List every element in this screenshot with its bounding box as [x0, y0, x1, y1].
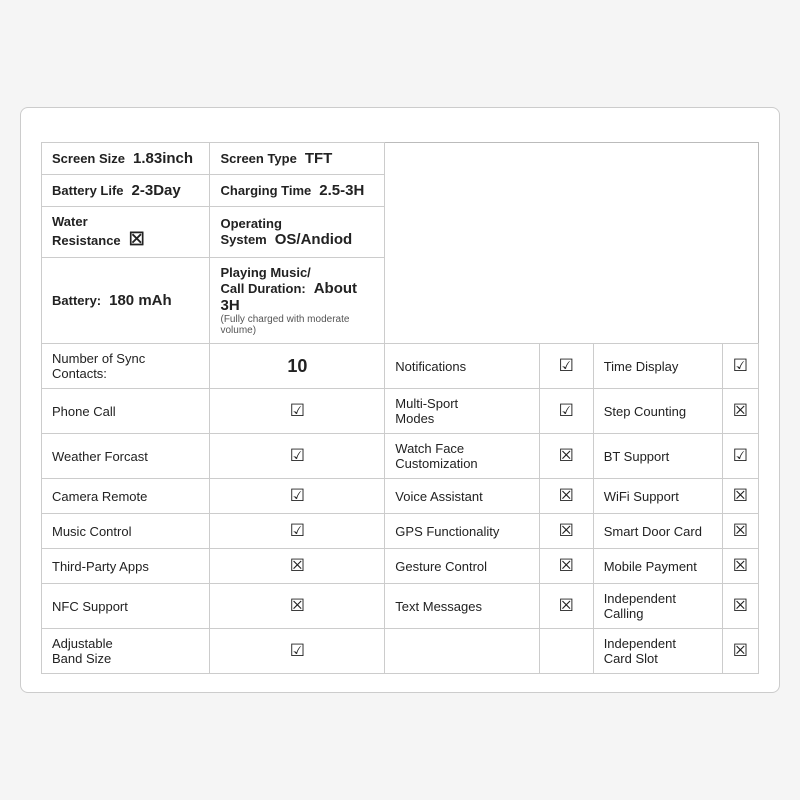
spec-label: Screen Size: [52, 151, 125, 166]
feature-label: BT Support: [593, 434, 722, 479]
spec-value2: OS/Andiod: [275, 231, 353, 248]
feature-check: ☒: [539, 549, 593, 584]
feature-check: ☑: [539, 344, 593, 389]
specs-table: Screen Size 1.83inch Screen Type TFT Battery…: [41, 142, 759, 674]
spec-value2: 2.5-3H: [319, 182, 364, 199]
feature-label: Step Counting: [593, 389, 722, 434]
feature-label: IndependentCard Slot: [593, 629, 722, 674]
spec-label: Battery Life: [52, 183, 124, 198]
feature-label: Watch FaceCustomization: [385, 434, 540, 479]
feature-check: ☑: [722, 344, 758, 389]
feature-check: ☒: [722, 629, 758, 674]
feature-check: ☑: [539, 389, 593, 434]
main-card: Screen Size 1.83inch Screen Type TFT Battery…: [20, 107, 780, 693]
feature-label: Gesture Control: [385, 549, 540, 584]
spec-value2: TFT: [305, 150, 333, 167]
feature-label: Number of SyncContacts:: [42, 344, 210, 389]
feature-check: [539, 629, 593, 674]
feature-label: WiFi Support: [593, 479, 722, 514]
feature-check: ☑: [210, 479, 385, 514]
feature-label: [385, 629, 540, 674]
feature-label: GPS Functionality: [385, 514, 540, 549]
feature-label: AdjustableBand Size: [42, 629, 210, 674]
feature-label: Third-Party Apps: [42, 549, 210, 584]
feature-check: ☑: [210, 514, 385, 549]
feature-label: Multi-SportModes: [385, 389, 540, 434]
feature-check: ☒: [722, 389, 758, 434]
feature-check: ☑: [210, 629, 385, 674]
feature-check: ☒: [722, 479, 758, 514]
feature-check: ☑: [722, 434, 758, 479]
spec-label2: Playing Music/Call Duration:: [220, 265, 310, 296]
spec-value: ☒: [129, 229, 145, 249]
feature-label: Weather Forcast: [42, 434, 210, 479]
feature-check: ☒: [539, 479, 593, 514]
feature-check: ☒: [539, 434, 593, 479]
feature-check: ☒: [539, 514, 593, 549]
feature-label: NFC Support: [42, 584, 210, 629]
feature-check: 10: [210, 344, 385, 389]
feature-label: Notifications: [385, 344, 540, 389]
feature-check: ☑: [210, 389, 385, 434]
feature-label: Mobile Payment: [593, 549, 722, 584]
feature-check: ☒: [722, 514, 758, 549]
spec-note: (Fully charged with moderate volume): [220, 314, 374, 336]
spec-label: Battery:: [52, 293, 101, 308]
feature-check: ☑: [210, 434, 385, 479]
feature-label: Time Display: [593, 344, 722, 389]
spec-value: 2-3Day: [132, 182, 181, 199]
feature-label: IndependentCalling: [593, 584, 722, 629]
spec-value: 1.83inch: [133, 150, 193, 167]
feature-check: ☒: [539, 584, 593, 629]
feature-label: Smart Door Card: [593, 514, 722, 549]
spec-label2: OperatingSystem: [220, 216, 281, 247]
feature-check: ☒: [210, 584, 385, 629]
spec-label2: Charging Time: [220, 183, 311, 198]
feature-label: Camera Remote: [42, 479, 210, 514]
feature-check: ☒: [722, 584, 758, 629]
feature-label: Text Messages: [385, 584, 540, 629]
feature-label: Voice Assistant: [385, 479, 540, 514]
spec-label2: Screen Type: [220, 151, 296, 166]
spec-value: 180 mAh: [109, 292, 172, 309]
spec-label: WaterResistance: [52, 214, 121, 248]
feature-label: Music Control: [42, 514, 210, 549]
feature-check: ☒: [210, 549, 385, 584]
feature-label: Phone Call: [42, 389, 210, 434]
feature-check: ☒: [722, 549, 758, 584]
